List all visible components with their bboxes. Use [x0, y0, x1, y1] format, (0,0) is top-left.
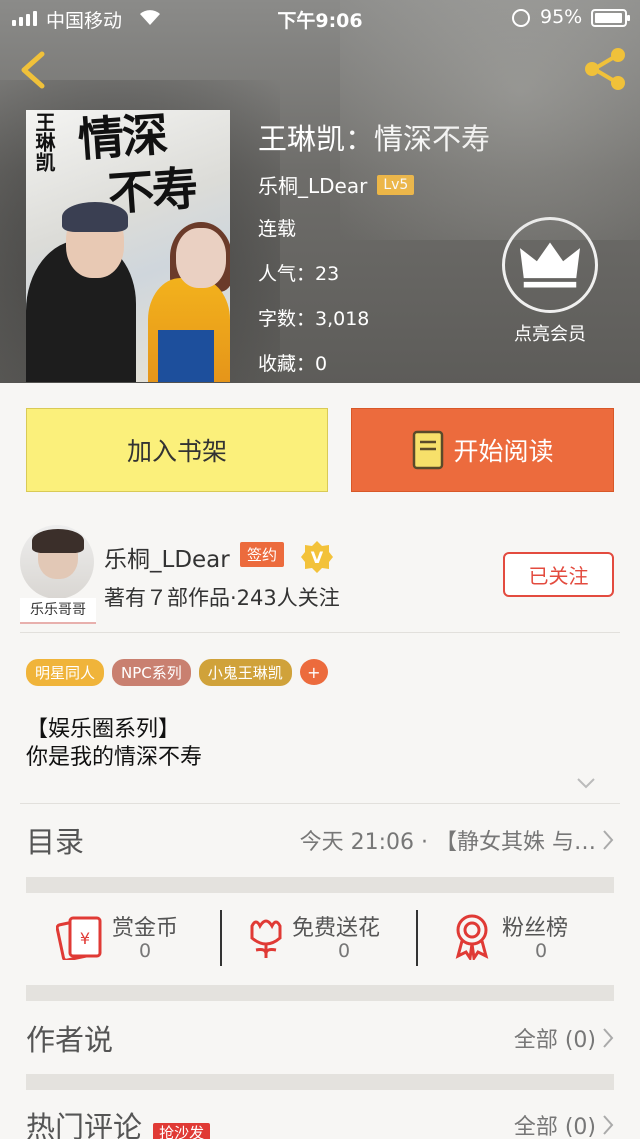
book-author[interactable]: 乐桐_LDear — [258, 170, 367, 199]
book-favorites: 收藏：0 — [258, 353, 328, 375]
divider — [20, 803, 620, 804]
reward-label: 免费送花 — [292, 916, 381, 941]
hot-comments-all: 全部 (0) — [513, 1115, 596, 1139]
flower-icon — [250, 919, 282, 958]
signed-badge: 签约 — [240, 542, 285, 567]
medal-icon — [455, 914, 489, 960]
author-description: 著有７部作品·243人关注 — [104, 586, 340, 610]
reward-label: 赏金币 — [112, 916, 179, 941]
book-title: 王琳凯：情深不寿 — [258, 122, 491, 156]
divider — [416, 910, 418, 966]
section-separator — [26, 985, 614, 1001]
follow-button[interactable]: 已关注 — [503, 552, 614, 597]
latest-chapter: 今天 21:06 · 【静女其姝 与… — [299, 830, 596, 855]
reward-count: 0 — [534, 940, 548, 962]
red-envelope-icon: ¥ — [56, 916, 102, 960]
reward-coins-button[interactable]: ¥ 赏金币 0 — [56, 900, 216, 974]
book-intro: 【娱乐圈系列】 你是我的情深不寿 — [26, 716, 202, 772]
send-flower-button[interactable]: 免费送花 0 — [244, 900, 424, 974]
section-separator — [26, 877, 614, 893]
chevron-right-icon — [603, 1028, 614, 1048]
book-author-row: 乐桐_LDear Lv5 — [258, 170, 415, 199]
start-reading-button[interactable]: 开始阅读 — [351, 408, 614, 492]
battery-percent: 95% — [540, 6, 583, 28]
chevron-right-icon — [603, 830, 614, 850]
intro-line: 【娱乐圈系列】 — [26, 717, 181, 742]
level-badge: Lv5 — [377, 174, 415, 195]
battery-icon — [591, 9, 630, 27]
avatar[interactable] — [20, 525, 94, 599]
divider — [220, 910, 222, 966]
chevron-down-icon[interactable] — [576, 776, 596, 790]
author-says-row[interactable]: 作者说 全部 (0) — [26, 1014, 614, 1062]
tag-item[interactable]: 明星同人 — [26, 659, 105, 686]
verified-badge-icon: V — [301, 541, 333, 573]
vip-label[interactable]: 点亮会员 — [490, 320, 610, 346]
author-name[interactable]: 乐桐_LDear — [104, 540, 230, 574]
hot-comments-title: 热门评论 — [26, 1110, 143, 1139]
cover-side-text: 王琳凯 — [32, 112, 56, 172]
add-to-shelf-label: 加入书架 — [126, 437, 227, 466]
reward-bar: ¥ 赏金币 0 免费送花 0 粉丝榜 0 — [26, 900, 614, 974]
hot-comments-row[interactable]: 热门评论 抢沙发 全部 (0) — [26, 1101, 614, 1139]
catalog-row[interactable]: 目录 今天 21:06 · 【静女其姝 与… — [26, 816, 614, 864]
fan-ranking-button[interactable]: 粉丝榜 0 — [452, 900, 612, 974]
avatar-caption: 乐乐哥哥 — [20, 598, 96, 624]
book-icon — [413, 430, 444, 470]
book-popularity: 人气：23 — [258, 263, 340, 285]
share-icon[interactable] — [582, 46, 628, 92]
book-header: 中国移动 下午9:06 95% 王琳凯 情深 不寿 王琳凯：情深不寿 乐桐_LD… — [0, 0, 640, 383]
vip-crown-icon[interactable] — [502, 217, 598, 313]
reward-label: 粉丝榜 — [502, 916, 569, 941]
add-to-shelf-button[interactable]: 加入书架 — [26, 408, 328, 492]
divider — [20, 632, 620, 633]
intro-line: 你是我的情深不寿 — [26, 745, 203, 770]
reward-count: 0 — [337, 940, 351, 962]
book-status: 连载 — [258, 218, 297, 240]
book-cover[interactable]: 王琳凯 情深 不寿 — [26, 110, 230, 382]
start-reading-label: 开始阅读 — [453, 437, 554, 466]
add-tag-button[interactable]: + — [299, 659, 328, 685]
catalog-title: 目录 — [26, 825, 85, 859]
tag-list: 明星同人 NPC系列 小鬼王琳凯 + — [26, 659, 328, 686]
svg-text:V: V — [311, 548, 324, 567]
status-bar: 中国移动 下午9:06 95% — [0, 0, 640, 36]
follow-label: 已关注 — [528, 564, 589, 588]
svg-text:¥: ¥ — [80, 929, 90, 948]
author-says-all: 全部 (0) — [513, 1028, 596, 1053]
tag-item[interactable]: 小鬼王琳凯 — [198, 659, 292, 686]
sofa-badge: 抢沙发 — [153, 1123, 211, 1139]
chevron-right-icon — [603, 1115, 614, 1135]
reward-count: 0 — [138, 940, 152, 962]
section-separator — [26, 1074, 614, 1090]
book-word-count: 字数：3,018 — [258, 308, 370, 330]
tag-item[interactable]: NPC系列 — [112, 659, 191, 686]
cover-title-line1: 情深 — [76, 110, 168, 168]
back-arrow-icon[interactable] — [14, 48, 54, 92]
rotation-lock-icon — [512, 9, 530, 27]
author-says-title: 作者说 — [26, 1023, 114, 1057]
